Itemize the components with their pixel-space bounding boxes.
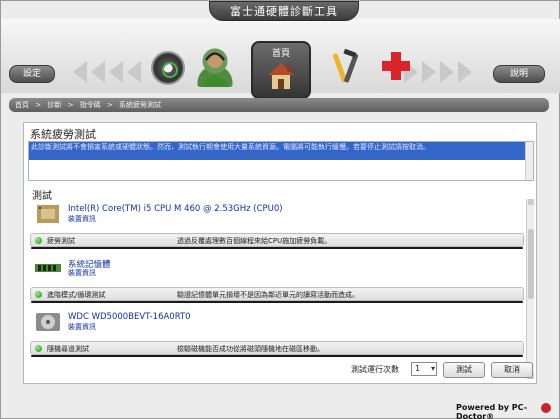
left-chevron-decoration: [71, 57, 151, 87]
cancel-button[interactable]: 取消: [491, 362, 533, 378]
breadcrumb-current: 系統疲勞測試: [119, 101, 162, 109]
app-window: 設定 說明 首頁 富士通硬體診斷工具 首頁 > 診斷 > 指令碼 > 系統疲勞測…: [0, 0, 560, 419]
hard-disk-icon: [36, 313, 60, 331]
breadcrumb-home[interactable]: 首頁: [15, 101, 29, 109]
scroll-thumb[interactable]: [528, 229, 534, 299]
disc-diagnostics-icon[interactable]: [151, 51, 185, 85]
test-row[interactable]: 隨機尋道測試 檢驗磁機能否成功從將磁頭隨機地在磁區移動。: [30, 341, 524, 357]
test-description: 驗證記憶體單元損壞不是因為鄰近單元的讀寫活動而造成。: [177, 291, 359, 299]
panel-title: 系統疲勞測試: [30, 128, 96, 141]
medical-cross-icon[interactable]: [379, 49, 413, 83]
description-text: 此診斷測試將不會損害系統或硬體狀態。然而，測試執行期會使用大量系統資源。電腦將可…: [29, 142, 533, 160]
support-agent-icon[interactable]: [195, 47, 235, 87]
test-row[interactable]: 疲勞測試 透過反覆處理數百個線程來給CPU施加疲勞負載。: [30, 233, 524, 249]
test-description: 檢驗磁機能否成功從將磁頭隨機地在磁區移動。: [177, 345, 324, 353]
device-name-link[interactable]: WDC WD5000BEVT-16A0RT0: [68, 312, 191, 322]
status-ok-icon: [35, 237, 42, 244]
breadcrumb: 首頁 > 診斷 > 指令碼 > 系統疲勞測試: [9, 98, 549, 112]
test-name: 進階模式/循環測試: [47, 291, 106, 299]
breadcrumb-separator: >: [67, 101, 74, 109]
list-scrollbar[interactable]: [526, 199, 534, 379]
device-info-link[interactable]: 裝置資訊: [68, 268, 96, 278]
tools-icon[interactable]: [329, 47, 365, 87]
breadcrumb-scripts[interactable]: 指令碼: [80, 101, 101, 109]
test-name: 疲勞測試: [47, 237, 75, 245]
settings-button[interactable]: 設定: [9, 65, 55, 83]
breadcrumb-separator: >: [106, 101, 113, 109]
content-panel: 系統疲勞測試 此診斷測試將不會損害系統或硬體狀態。然而，測試執行期會使用大量系統…: [23, 122, 537, 384]
pc-doctor-logo-icon: [541, 403, 551, 413]
cpu-icon: [37, 205, 59, 223]
home-button[interactable]: 首頁: [251, 41, 311, 99]
device-row: 系統記憶體 裝置資訊: [28, 255, 524, 283]
test-name: 隨機尋道測試: [47, 345, 89, 353]
status-ok-icon: [35, 345, 42, 352]
device-name-link[interactable]: Intel(R) Core(TM) i5 CPU M 460 @ 2.53GHz…: [68, 204, 283, 214]
breadcrumb-separator: >: [35, 101, 42, 109]
home-label: 首頁: [271, 49, 290, 59]
test-row[interactable]: 進階模式/循環測試 驗證記憶體單元損壞不是因為鄰近單元的讀寫活動而造成。: [30, 287, 524, 303]
runs-label: 測試運行次數: [351, 365, 399, 374]
device-info-link[interactable]: 裝置資訊: [68, 214, 96, 224]
house-icon: [268, 63, 294, 89]
test-button[interactable]: 測試: [443, 362, 485, 378]
device-info-link[interactable]: 裝置資訊: [68, 322, 96, 332]
device-test-list: Intel(R) Core(TM) i5 CPU M 460 @ 2.53GHz…: [28, 199, 534, 379]
device-row: Intel(R) Core(TM) i5 CPU M 460 @ 2.53GHz…: [28, 201, 524, 229]
device-row: WDC WD5000BEVT-16A0RT0 裝置資訊: [28, 309, 524, 337]
status-ok-icon: [35, 291, 42, 298]
window-title: 富士通硬體診斷工具: [209, 1, 359, 21]
runs-select[interactable]: 1: [411, 362, 437, 376]
top-toolbar: 設定 說明 首頁: [1, 19, 560, 99]
test-description: 透過反覆處理數百個線程來給CPU施加疲勞負載。: [177, 237, 332, 245]
help-button[interactable]: 說明: [493, 65, 545, 83]
breadcrumb-diagnostics[interactable]: 診斷: [47, 101, 61, 109]
memory-icon: [35, 264, 61, 272]
scroll-up-arrow[interactable]: [528, 199, 534, 205]
description-scrollbar[interactable]: [525, 142, 533, 180]
description-box: 此診斷測試將不會損害系統或硬體狀態。然而，測試執行期會使用大量系統資源。電腦將可…: [28, 141, 534, 181]
